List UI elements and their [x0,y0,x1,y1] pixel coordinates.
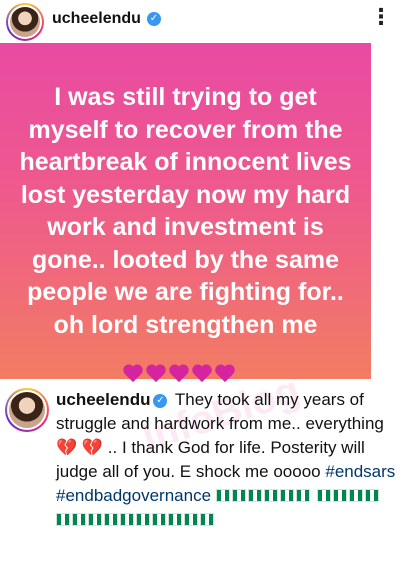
profile-avatar[interactable] [6,3,44,41]
nigeria-flag-icon [332,489,347,502]
more-options-icon[interactable]: ⋮ [370,4,393,30]
nigeria-flag-icon [247,489,262,502]
caption-avatar[interactable] [5,388,49,432]
caption-text: ucheelendu ✓ They took all my years of st… [56,388,396,532]
nigeria-flag-icon [215,489,230,502]
post-text: I was still trying to get myself to reco… [19,83,352,339]
post-image[interactable]: I was still trying to get myself to reco… [0,43,371,379]
broken-heart-icon [168,365,190,385]
broken-heart-icon [122,365,144,385]
broken-heart-icon [145,365,167,385]
nigeria-flag-icon [56,513,70,526]
nigeria-flag-icon [152,513,166,526]
hashtag-endsars[interactable]: #endsars [325,462,395,481]
avatar-image [8,5,42,39]
caption-avatar-image [7,390,47,430]
nigeria-flag-icon [88,513,102,526]
post-header: ucheelendu ✓ ⋮ [0,0,405,42]
nigeria-flag-icon [200,513,214,526]
broken-hearts-row [122,365,236,385]
nigeria-flag-icon [168,513,182,526]
caption-username[interactable]: ucheelendu [56,390,150,409]
nigeria-flag-icon [136,513,150,526]
caption-body-2: .. I thank God for life. Posterity will … [56,438,365,481]
nigeria-flag-icon [104,513,118,526]
nigeria-flag-icon [184,513,198,526]
nigeria-flag-icon [279,489,294,502]
broken-heart-icon [191,365,213,385]
flags-row-1 [215,486,312,505]
nigeria-flag-icon [263,489,278,502]
caption-broken-hearts: 💔 💔 [56,438,104,457]
nigeria-flag-icon [348,489,363,502]
hashtag-endbadgovernance[interactable]: #endbadgovernance [56,486,211,505]
nigeria-flag-icon [231,489,246,502]
verified-badge-icon: ✓ [147,12,161,26]
nigeria-flag-icon [295,489,310,502]
nigeria-flag-icon [364,489,379,502]
nigeria-flag-icon [316,489,331,502]
caption-verified-icon: ✓ [153,394,168,408]
nigeria-flag-icon [72,513,86,526]
broken-heart-icon [214,365,236,385]
nigeria-flag-icon [120,513,134,526]
username-link[interactable]: ucheelendu [52,10,141,28]
